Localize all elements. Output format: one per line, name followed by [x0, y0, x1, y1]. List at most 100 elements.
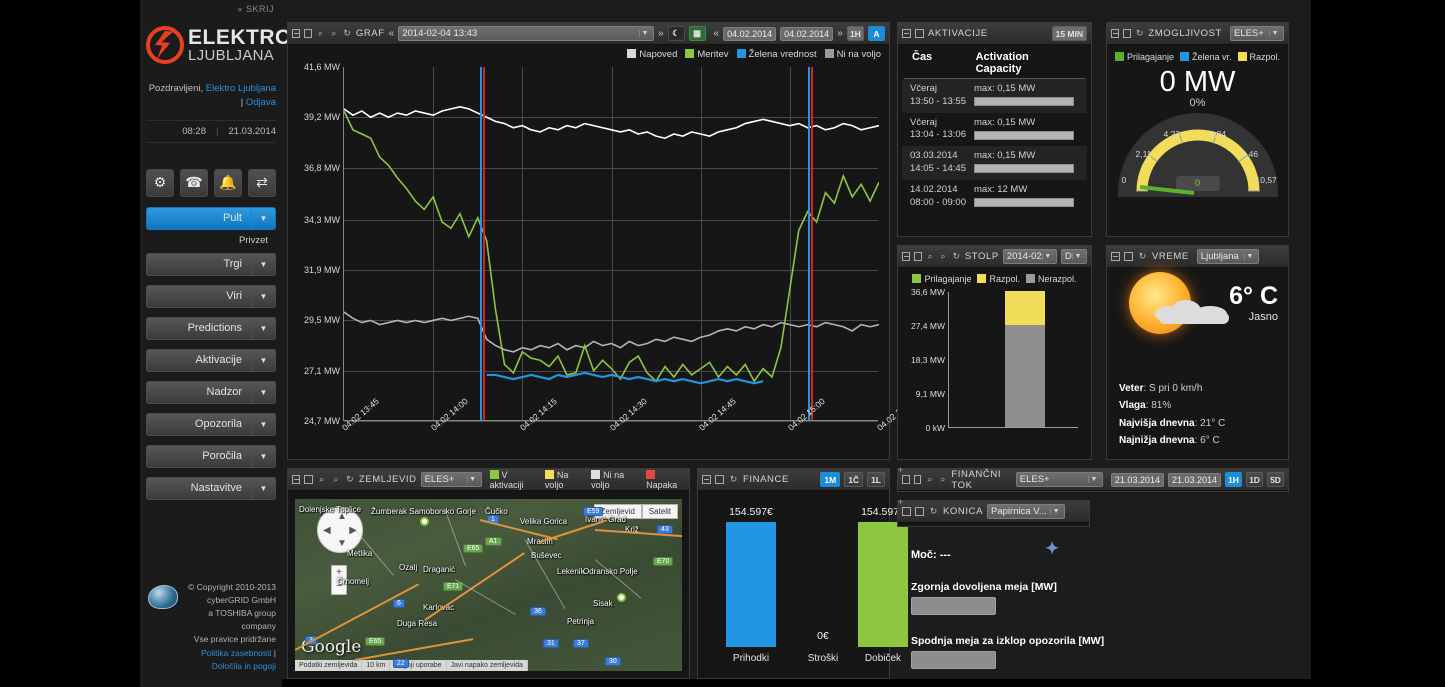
sidebar-item-porocila[interactable]: Poročila ▼ [146, 444, 276, 468]
refresh-icon[interactable]: ↻ [343, 28, 352, 39]
chevron-down-icon[interactable]: ▼ [251, 381, 275, 403]
prev-icon[interactable]: « [389, 28, 395, 39]
collapse-icon[interactable] [902, 29, 911, 38]
collapse-icon[interactable] [702, 475, 711, 484]
zoom-out-icon[interactable]: ⌕ [316, 28, 325, 39]
chevron-down-icon[interactable]: ▼ [251, 349, 275, 371]
cursor-line[interactable] [480, 67, 483, 420]
expand-icon[interactable] [902, 475, 910, 484]
table-row[interactable]: Včeraj 13:50 - 13:55 max: 0,15 MW [902, 79, 1087, 113]
date-to-input[interactable]: 04.02.2014 [780, 26, 834, 41]
map-type-satelit[interactable]: Satelit [641, 504, 678, 519]
cursor-line[interactable] [811, 67, 814, 420]
date-to-input[interactable]: 21.03.2014 [1167, 472, 1222, 487]
maximize-icon[interactable] [1124, 252, 1133, 261]
sidebar-item-nadzor[interactable]: Nadzor ▼ [146, 380, 276, 404]
sidebar-item-pult[interactable]: Pult ▼ [146, 206, 276, 230]
date-prev-icon[interactable]: « [714, 28, 720, 39]
maximize-icon[interactable] [715, 475, 724, 484]
sidebar-item-nastavitve[interactable]: Nastavitve ▼ [146, 476, 276, 500]
range-1m-button[interactable]: 1M [820, 472, 841, 487]
zoom-in-icon[interactable]: ⌕ [331, 474, 341, 485]
chevron-down-icon[interactable]: ▼ [466, 476, 478, 483]
interval-badge[interactable]: 15 MIN [1051, 26, 1087, 41]
next-icon[interactable]: » [658, 28, 664, 39]
zoom-out-icon[interactable]: ⌕ [925, 474, 934, 485]
chevron-down-icon[interactable]: ▼ [1243, 253, 1255, 260]
moon-icon[interactable]: ☾ [667, 26, 685, 41]
refresh-icon[interactable]: ↻ [345, 474, 355, 485]
chevron-down-icon[interactable]: ▼ [251, 477, 275, 499]
chevron-down-icon[interactable]: ▼ [251, 445, 275, 467]
upper-limit-input[interactable] [911, 597, 996, 615]
range-1h-button[interactable]: 1H [1225, 472, 1243, 487]
maximize-icon[interactable] [915, 507, 924, 516]
maximize-icon[interactable] [913, 252, 922, 261]
collapse-icon[interactable] [902, 252, 910, 261]
excel-export-icon[interactable]: ▦ [688, 26, 706, 41]
map-footer-item[interactable]: Podatki zemljevida [295, 660, 363, 671]
expand-icon[interactable] [902, 507, 911, 516]
refresh-icon[interactable]: ↻ [1137, 251, 1148, 262]
chevron-down-icon[interactable]: ▼ [1269, 30, 1280, 37]
privacy-link[interactable]: Politika zasebnosti [201, 648, 271, 658]
refresh-icon[interactable]: ↻ [952, 251, 961, 262]
maximize-icon[interactable] [1122, 29, 1131, 38]
maximize-icon[interactable] [304, 475, 313, 484]
date-next-icon[interactable]: » [837, 28, 843, 39]
chevron-down-icon[interactable]: ▼ [1072, 253, 1083, 260]
table-row[interactable]: 14.02.2014 08:00 - 09:00 max: 12 MW [902, 180, 1087, 214]
maximize-icon[interactable] [913, 475, 922, 484]
lower-limit-input[interactable] [911, 651, 996, 669]
plant-select[interactable]: Papirnica V... ▼ [987, 504, 1066, 519]
refresh-icon[interactable]: ↻ [728, 474, 739, 485]
phone-icon[interactable]: ☎ [180, 168, 208, 197]
map-canvas[interactable]: ▲ ▼ ◀ ▶ + − Zemljevid Satelit Google Podat… [295, 499, 682, 671]
zoom-in-icon[interactable]: ⌕ [939, 251, 948, 262]
city-select[interactable]: Ljubljana ▼ [1196, 249, 1259, 264]
zoom-out-icon[interactable]: ⌕ [926, 251, 935, 262]
table-row[interactable]: Včeraj 13:04 - 13:06 max: 0,15 MW [902, 113, 1087, 147]
chevron-down-icon[interactable]: ▼ [251, 253, 275, 275]
sidebar-item-opozorila[interactable]: Opozorila ▼ [146, 412, 276, 436]
period-select[interactable]: D ▼ [1060, 249, 1087, 264]
settings-icon[interactable]: ⚙ [146, 168, 174, 197]
cursor-line[interactable] [483, 67, 486, 420]
terms-link[interactable]: Določila in pogoji [212, 661, 276, 671]
date-from-input[interactable]: 21.03.2014 [1110, 472, 1164, 487]
table-row[interactable]: 03.03.2014 14:05 - 14:45 max: 0,15 MW [902, 146, 1087, 180]
zoom-in-icon[interactable]: ⌕ [938, 474, 947, 485]
collapse-icon[interactable] [1111, 252, 1120, 261]
source-select[interactable]: ELES+ ▼ [420, 472, 482, 487]
range-5d-button[interactable]: 5D [1267, 472, 1285, 487]
source-select[interactable]: ELES+ ▼ [1229, 26, 1284, 41]
zoom-in-icon[interactable]: ⌕ [329, 28, 338, 39]
cursor-line[interactable] [808, 67, 811, 420]
maximize-icon[interactable] [915, 29, 924, 38]
source-select[interactable]: ELES+ ▼ [1015, 472, 1103, 487]
sidebar-hide-button[interactable]: « SKRIJ [140, 0, 282, 14]
collapse-icon[interactable] [292, 475, 301, 484]
chevron-down-icon[interactable]: ▼ [251, 207, 275, 229]
chevron-down-icon[interactable]: ▼ [638, 30, 650, 37]
map-footer-item[interactable]: 10 km [362, 660, 391, 671]
logout-link[interactable]: Odjava [246, 97, 276, 108]
chevron-down-icon[interactable]: ▼ [1041, 253, 1053, 260]
range-1d-button[interactable]: 1D [1246, 472, 1264, 487]
sidebar-item-predictions[interactable]: Predictions ▼ [146, 316, 276, 340]
refresh-icon[interactable]: ↻ [1135, 28, 1144, 39]
range-1c-button[interactable]: 1Č [844, 472, 864, 487]
zoom-out-icon[interactable]: ⌕ [317, 474, 327, 485]
date-select[interactable]: 2014-02-1... ▼ [1002, 249, 1057, 264]
range-1l-button[interactable]: 1L [867, 472, 885, 487]
bell-icon[interactable]: 🔔 [214, 168, 242, 197]
chevron-down-icon[interactable]: ▼ [1050, 508, 1061, 515]
sidebar-item-aktivacije[interactable]: Aktivacije ▼ [146, 348, 276, 372]
refresh-icon[interactable]: ⇄ [248, 168, 276, 197]
collapse-icon[interactable] [1111, 29, 1119, 38]
refresh-icon[interactable]: ↻ [928, 506, 939, 517]
chevron-down-icon[interactable]: ▼ [1087, 476, 1099, 483]
map-site-marker[interactable] [617, 593, 626, 602]
map-site-marker[interactable] [420, 517, 429, 526]
range-1h-button[interactable]: 1H [846, 26, 864, 41]
